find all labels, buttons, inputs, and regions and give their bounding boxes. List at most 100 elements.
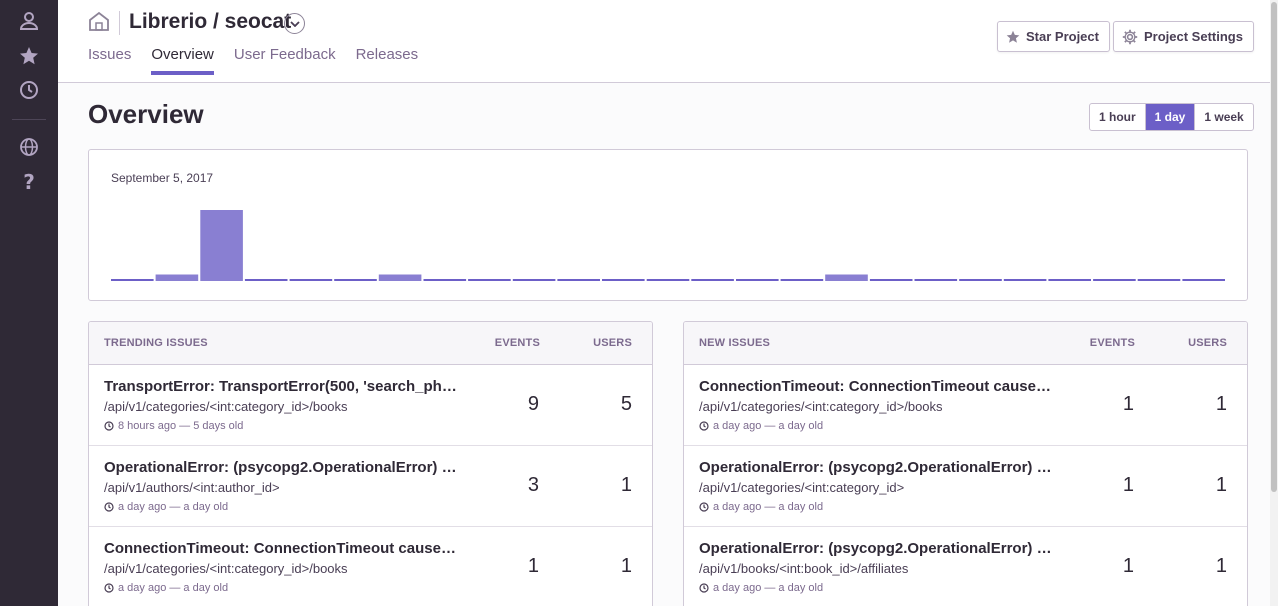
activity-icon[interactable] <box>17 78 41 102</box>
chart-bar[interactable] <box>1137 279 1181 281</box>
issue-age: a day ago — a day old <box>713 420 824 432</box>
issue-meta: a day ago — a day old <box>699 582 823 594</box>
scrollbar-thumb[interactable] <box>1271 2 1277 492</box>
chart-bar[interactable] <box>780 279 824 281</box>
chart-bar[interactable] <box>691 279 734 281</box>
chart-bar[interactable] <box>1003 279 1047 281</box>
issue-row[interactable]: OperationalError: (psycopg2.OperationalE… <box>89 446 652 527</box>
star-project-button[interactable]: Star Project <box>997 21 1110 52</box>
chart-bar[interactable] <box>602 279 645 281</box>
time-range-selector: 1 hour 1 day 1 week <box>1089 103 1254 131</box>
issue-user-count: 1 <box>1215 555 1227 577</box>
sidebar-divider <box>12 119 46 120</box>
issue-row[interactable]: OperationalError: (psycopg2.OperationalE… <box>684 527 1247 606</box>
chart-bar[interactable] <box>825 274 868 282</box>
chart-bar[interactable] <box>200 210 243 281</box>
events-column-header: Events <box>494 337 540 349</box>
users-column-header: Users <box>593 337 632 349</box>
trending-issues-header: Trending Issues Events Users <box>89 322 652 365</box>
issue-title[interactable]: TransportError: TransportError(500, 'sea… <box>104 378 464 395</box>
sidebar-nav: ? <box>0 0 58 606</box>
issue-culprit: /api/v1/categories/<int:category_id>/boo… <box>104 561 348 576</box>
issue-age: a day ago — a day old <box>713 582 824 594</box>
new-issues-panel: New Issues Events Users ConnectionTimeou… <box>683 321 1248 606</box>
issue-event-count: 1 <box>1122 555 1134 577</box>
user-icon[interactable] <box>17 9 41 33</box>
issue-user-count: 5 <box>620 393 632 415</box>
issue-culprit: /api/v1/authors/<int:author_id> <box>104 480 280 495</box>
chart-bar[interactable] <box>1182 279 1225 281</box>
chevron-down-icon[interactable] <box>284 13 305 34</box>
clock-icon <box>104 583 114 593</box>
events-chart <box>111 210 1225 282</box>
project-header: Librerio / seocat Issues Overview User F… <box>58 0 1270 83</box>
issue-row[interactable]: TransportError: TransportError(500, 'sea… <box>89 365 652 446</box>
help-icon[interactable]: ? <box>17 170 41 194</box>
chart-bar[interactable] <box>646 279 690 281</box>
range-1-day-button[interactable]: 1 day <box>1144 104 1195 130</box>
issue-meta: a day ago — a day old <box>699 501 823 513</box>
chart-bar[interactable] <box>244 279 288 281</box>
project-home-icon[interactable] <box>88 11 110 33</box>
chart-bar[interactable] <box>423 279 467 281</box>
chart-bar[interactable] <box>512 279 556 281</box>
chart-bar[interactable] <box>155 274 199 282</box>
events-chart-panel: September 5, 2017 <box>88 149 1248 301</box>
star-project-label: Star Project <box>1026 29 1099 44</box>
chart-bar[interactable] <box>736 279 779 281</box>
globe-icon[interactable] <box>17 135 41 159</box>
tab-issues[interactable]: Issues <box>88 46 131 75</box>
project-tabs: Issues Overview User Feedback Releases <box>88 46 418 75</box>
issue-meta: 8 hours ago — 5 days old <box>104 420 243 432</box>
trending-issues-panel: Trending Issues Events Users TransportEr… <box>88 321 653 606</box>
issue-event-count: 9 <box>527 393 539 415</box>
events-column-header: Events <box>1089 337 1135 349</box>
project-settings-button[interactable]: Project Settings <box>1113 21 1254 52</box>
clock-icon <box>699 583 709 593</box>
chart-bar[interactable] <box>869 279 913 281</box>
issue-row[interactable]: ConnectionTimeout: ConnectionTimeout cau… <box>89 527 652 606</box>
issue-age: a day ago — a day old <box>118 582 229 594</box>
chart-bar[interactable] <box>914 279 958 281</box>
chart-bar[interactable] <box>468 279 511 281</box>
clock-icon <box>104 502 114 512</box>
clock-icon <box>699 421 709 431</box>
new-issues-heading: New Issues <box>699 337 771 349</box>
issue-user-count: 1 <box>620 474 632 496</box>
issue-event-count: 1 <box>1122 474 1134 496</box>
issue-title[interactable]: OperationalError: (psycopg2.OperationalE… <box>699 459 1059 476</box>
gear-icon <box>1122 29 1138 44</box>
breadcrumb-divider <box>119 11 120 35</box>
issue-title[interactable]: ConnectionTimeout: ConnectionTimeout cau… <box>699 378 1059 395</box>
chart-bar[interactable] <box>1093 279 1136 281</box>
issue-row[interactable]: ConnectionTimeout: ConnectionTimeout cau… <box>684 365 1247 446</box>
range-1-hour-button[interactable]: 1 hour <box>1090 104 1145 130</box>
chart-bar[interactable] <box>289 279 333 281</box>
project-settings-label: Project Settings <box>1144 29 1243 44</box>
star-icon[interactable] <box>17 44 41 68</box>
project-title[interactable]: Librerio / seocat <box>129 10 291 34</box>
tab-overview[interactable]: Overview <box>151 46 214 75</box>
issue-user-count: 1 <box>1215 393 1227 415</box>
chart-bar[interactable] <box>557 279 600 281</box>
page-scrollbar[interactable] <box>1270 0 1278 606</box>
issue-row[interactable]: OperationalError: (psycopg2.OperationalE… <box>684 446 1247 527</box>
clock-icon <box>104 421 114 431</box>
issue-title[interactable]: OperationalError: (psycopg2.OperationalE… <box>699 540 1059 557</box>
clock-icon <box>699 502 709 512</box>
chart-bar[interactable] <box>334 279 377 281</box>
tab-user-feedback[interactable]: User Feedback <box>234 46 336 75</box>
issue-age: 8 hours ago — 5 days old <box>118 420 244 432</box>
chart-bar[interactable] <box>959 279 1002 281</box>
issue-event-count: 1 <box>1122 393 1134 415</box>
issue-meta: a day ago — a day old <box>104 501 228 513</box>
chart-bar[interactable] <box>378 274 422 282</box>
range-1-week-button[interactable]: 1 week <box>1194 104 1252 130</box>
issue-culprit: /api/v1/categories/<int:category_id>/boo… <box>699 399 943 414</box>
chart-bar[interactable] <box>111 279 154 281</box>
chart-bar[interactable] <box>1048 279 1091 281</box>
issue-title[interactable]: ConnectionTimeout: ConnectionTimeout cau… <box>104 540 464 557</box>
trending-issues-heading: Trending Issues <box>104 337 208 349</box>
issue-title[interactable]: OperationalError: (psycopg2.OperationalE… <box>104 459 464 476</box>
tab-releases[interactable]: Releases <box>356 46 419 75</box>
